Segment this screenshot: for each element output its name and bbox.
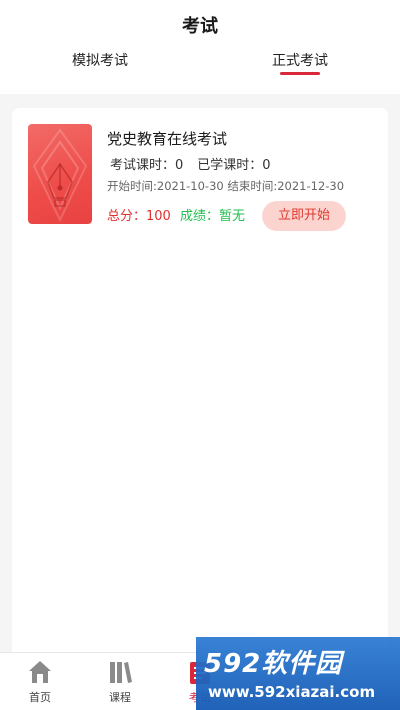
home-icon [29, 661, 51, 683]
books-icon [110, 662, 132, 683]
watermark-logo: 592软件园 www.592xiazai.com [196, 637, 400, 710]
nav-label-course: 课程 [109, 691, 131, 704]
header: 考试 模拟考试 正式考试 [0, 0, 400, 94]
watermark-url: www.592xiazai.com [208, 683, 376, 701]
exam-time-range: 开始时间:2021-10-30 结束时间:2021-12-30 [107, 179, 345, 193]
start-exam-button[interactable]: 立即开始 [262, 201, 346, 231]
page-title: 考试 [182, 16, 218, 37]
active-tab-indicator [280, 72, 320, 75]
exam-hours-row: 考试课时：0 已学课时：0 [110, 154, 271, 173]
nav-item-home[interactable]: 首页 [5, 653, 75, 710]
grade-status: 成绩：暂无 [180, 209, 246, 224]
total-score: 总分：100 [107, 209, 171, 224]
watermark-brand: 592软件园 [204, 649, 343, 679]
tab-mock-exam[interactable]: 模拟考试 [40, 50, 160, 70]
nav-item-course[interactable]: 课程 [85, 653, 155, 710]
exam-name: 党史教育在线考试 [107, 130, 228, 148]
pen-nib-icon [32, 128, 88, 223]
studied-hours: 已学课时：0 [197, 158, 271, 173]
nav-label-home: 首页 [29, 691, 51, 704]
exam-cover-image [28, 124, 92, 224]
exam-hours: 考试课时：0 [110, 158, 184, 173]
tab-formal-exam[interactable]: 正式考试 [240, 50, 360, 70]
exam-card[interactable]: 党史教育在线考试 考试课时：0 已学课时：0 开始时间:2021-10-30 结束… [12, 108, 388, 668]
